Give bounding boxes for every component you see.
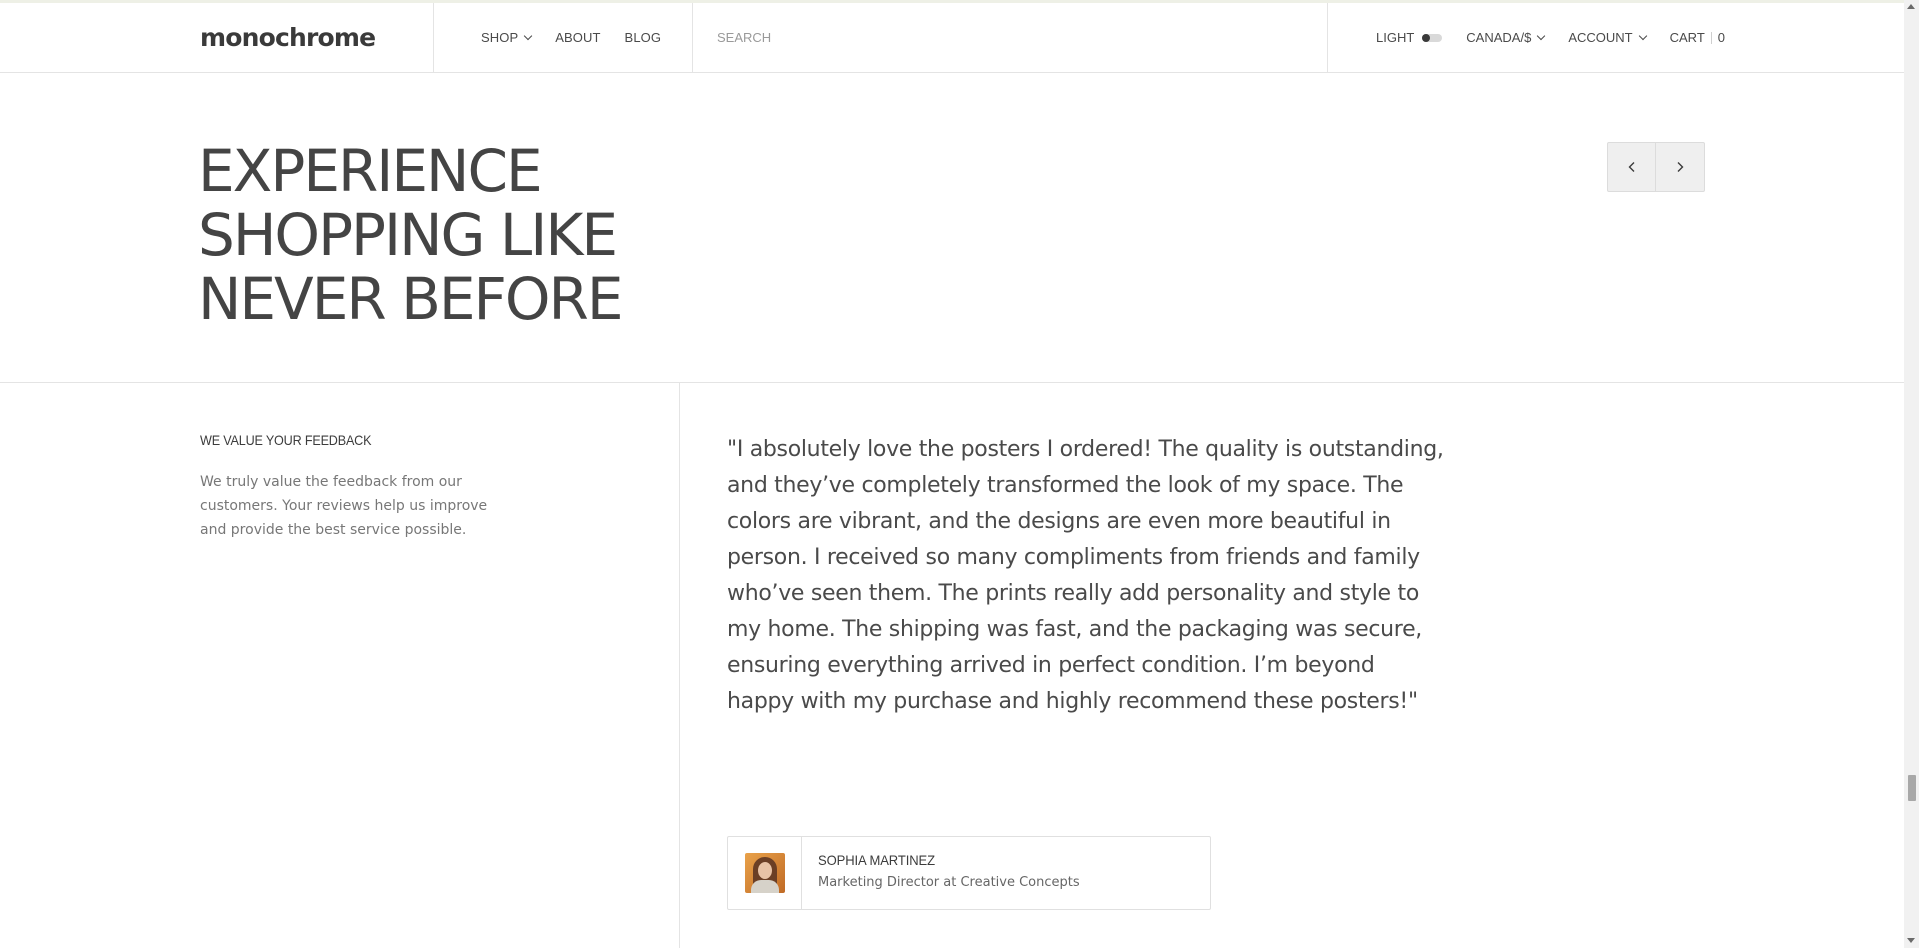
- chevron-right-icon: [1677, 162, 1683, 172]
- author-info: SOPHIA MARTINEZ Marketing Director at Cr…: [802, 837, 1080, 909]
- nav-about-label: ABOUT: [555, 30, 601, 45]
- chevron-down-icon: [1537, 31, 1546, 40]
- header-divider: [1327, 3, 1328, 72]
- nav-blog-label: BLOG: [624, 30, 662, 45]
- account-menu[interactable]: ACCOUNT: [1568, 30, 1647, 45]
- feedback-description: We truly value the feedback from our cus…: [200, 474, 488, 538]
- author-name: SOPHIA MARTINEZ: [818, 852, 936, 868]
- hero-title: EXPERIENCE SHOPPING LIKE NEVER BEFORE: [198, 139, 798, 331]
- section-divider: [0, 382, 1904, 383]
- carousel-controls: [1607, 142, 1705, 192]
- header-divider: [692, 3, 693, 72]
- scroll-up-arrow-icon[interactable]: [1907, 4, 1915, 9]
- nav-shop[interactable]: SHOP: [481, 30, 533, 45]
- logo[interactable]: monochrome: [200, 23, 376, 53]
- avatar-face: [757, 862, 772, 879]
- avatar-body: [750, 880, 779, 893]
- carousel-prev-button[interactable]: [1608, 143, 1655, 191]
- main-nav: SHOP ABOUT BLOG: [481, 3, 685, 72]
- cart-link[interactable]: CART 0: [1670, 30, 1725, 45]
- avatar-container: [728, 837, 802, 909]
- hero-title-line: SHOPPING LIKE: [198, 201, 618, 269]
- column-divider: [679, 383, 680, 948]
- nav-shop-label: SHOP: [481, 30, 519, 45]
- theme-label: LIGHT: [1376, 30, 1415, 45]
- cart-label: CART: [1669, 30, 1705, 45]
- nav-blog[interactable]: BLOG: [625, 30, 662, 45]
- site-header: monochrome SHOP ABOUT BLOG LIGHT CANADA/…: [0, 3, 1904, 73]
- search-input[interactable]: [717, 25, 1297, 49]
- cart-divider: [1710, 31, 1712, 44]
- toggle-switch-icon[interactable]: [1422, 33, 1443, 42]
- theme-toggle[interactable]: LIGHT: [1376, 30, 1443, 45]
- chevron-left-icon: [1628, 162, 1634, 172]
- hero-title-line: EXPERIENCE: [198, 137, 543, 205]
- account-label: ACCOUNT: [1568, 30, 1633, 45]
- avatar: [744, 853, 785, 893]
- currency-selector[interactable]: CANADA/$: [1466, 30, 1546, 45]
- utility-nav: LIGHT CANADA/$ ACCOUNT CART 0: [1376, 3, 1725, 72]
- carousel-next-button[interactable]: [1655, 143, 1703, 191]
- scrollbar-thumb[interactable]: [1908, 775, 1916, 801]
- testimonial-author-card: SOPHIA MARTINEZ Marketing Director at Cr…: [727, 836, 1211, 910]
- testimonial-quote: "I absolutely love the posters I ordered…: [727, 437, 1444, 714]
- hero-title-line: NEVER BEFORE: [198, 265, 624, 333]
- header-divider: [433, 3, 434, 72]
- chevron-down-icon: [524, 31, 533, 40]
- page: monochrome SHOP ABOUT BLOG LIGHT CANADA/…: [0, 0, 1904, 948]
- author-role: Marketing Director at Creative Concepts: [818, 875, 1080, 890]
- nav-about[interactable]: ABOUT: [555, 30, 600, 45]
- toggle-knob: [1422, 33, 1431, 42]
- currency-label: CANADA/$: [1466, 30, 1532, 45]
- feedback-heading: WE VALUE YOUR FEEDBACK: [200, 432, 372, 448]
- cart-count: 0: [1717, 30, 1725, 45]
- scroll-down-arrow-icon[interactable]: [1907, 938, 1915, 943]
- chevron-down-icon: [1638, 31, 1647, 40]
- scrollbar[interactable]: [1904, 0, 1919, 948]
